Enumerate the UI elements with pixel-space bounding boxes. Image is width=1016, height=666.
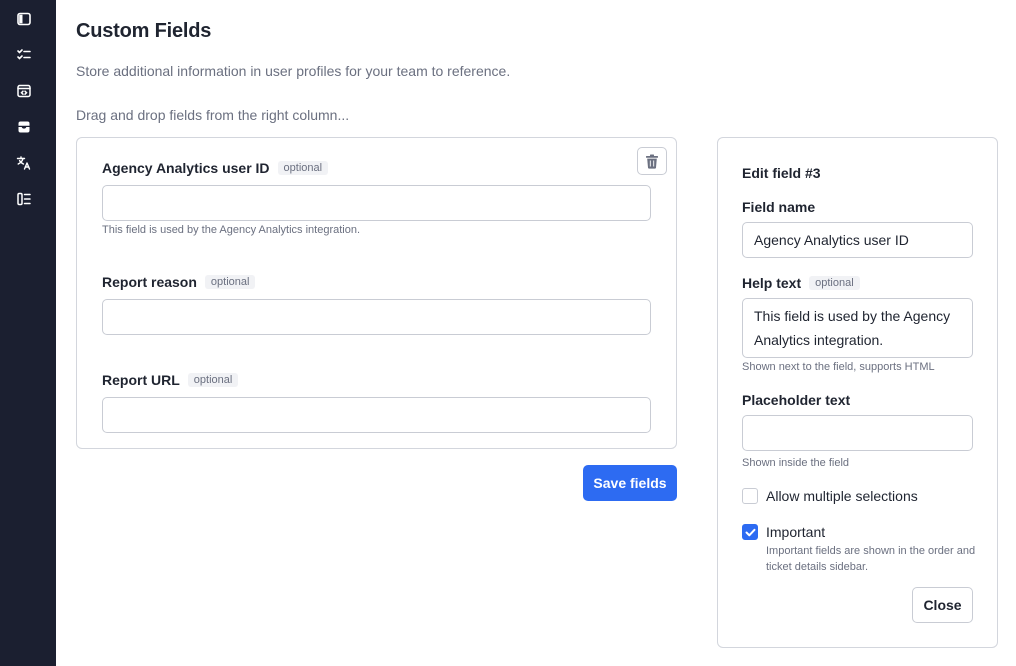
placeholder-hint: Shown inside the field: [742, 457, 850, 469]
report-url-input[interactable]: [102, 397, 651, 433]
close-button[interactable]: Close: [912, 587, 973, 623]
placeholder-text-input[interactable]: [742, 415, 973, 451]
placeholder-text-label: Placeholder text: [742, 392, 851, 408]
checkmark-icon: [745, 528, 756, 537]
fields-preview-panel: Agency Analytics user ID optional This f…: [76, 137, 677, 449]
field-name-label: Field name: [742, 199, 816, 215]
edit-field-panel: Edit field #3 Field name Help text optio…: [717, 137, 998, 648]
important-description: Important fields are shown in the order …: [766, 545, 976, 573]
field-label-text: Report URL: [102, 372, 180, 388]
main-content: Custom Fields Store additional informati…: [56, 0, 1016, 666]
allow-multiple-label: Allow multiple selections: [766, 488, 918, 504]
help-text-hint: Shown next to the field, supports HTML: [742, 361, 935, 373]
field-item[interactable]: Report URL optional: [102, 371, 651, 433]
inbox-icon[interactable]: [15, 118, 33, 136]
help-text-input[interactable]: This field is used by the Agency Analyti…: [742, 298, 973, 358]
field-label: Report URL optional: [102, 371, 651, 389]
save-fields-button[interactable]: Save fields: [583, 465, 677, 501]
agency-analytics-user-id-input[interactable]: [102, 185, 651, 221]
translate-icon[interactable]: [15, 154, 33, 172]
edit-panel-title: Edit field #3: [742, 165, 821, 181]
code-window-icon[interactable]: [15, 82, 33, 100]
optional-badge: optional: [204, 275, 256, 289]
field-label-text: Agency Analytics user ID: [102, 160, 270, 176]
important-label: Important: [766, 524, 826, 540]
optional-badge: optional: [187, 373, 239, 387]
report-reason-input[interactable]: [102, 299, 651, 335]
sidebar-toggle-icon[interactable]: [15, 10, 33, 28]
optional-badge: optional: [809, 276, 860, 290]
allow-multiple-checkbox[interactable]: [742, 488, 758, 504]
list-settings-icon[interactable]: [15, 190, 33, 208]
field-name-input[interactable]: [742, 222, 973, 258]
page-subtitle: Store additional information in user pro…: [76, 63, 511, 79]
field-item[interactable]: Report reason optional: [102, 273, 651, 335]
help-text-label: Help text optional: [742, 275, 860, 291]
sidebar: [0, 0, 56, 666]
field-label-text: Report reason: [102, 274, 197, 290]
important-row[interactable]: Important: [742, 524, 825, 540]
field-label: Agency Analytics user ID optional: [102, 159, 651, 177]
important-checkbox[interactable]: [742, 524, 758, 540]
page-title: Custom Fields: [76, 20, 212, 42]
drag-drop-hint: Drag and drop fields from the right colu…: [76, 107, 350, 123]
field-item[interactable]: Agency Analytics user ID optional This f…: [102, 159, 651, 236]
optional-badge: optional: [277, 161, 329, 175]
field-label: Report reason optional: [102, 273, 651, 291]
help-text-label-text: Help text: [742, 275, 802, 291]
allow-multiple-row[interactable]: Allow multiple selections: [742, 488, 918, 504]
field-help-text: This field is used by the Agency Analyti…: [102, 224, 361, 236]
checklist-icon[interactable]: [15, 46, 33, 64]
